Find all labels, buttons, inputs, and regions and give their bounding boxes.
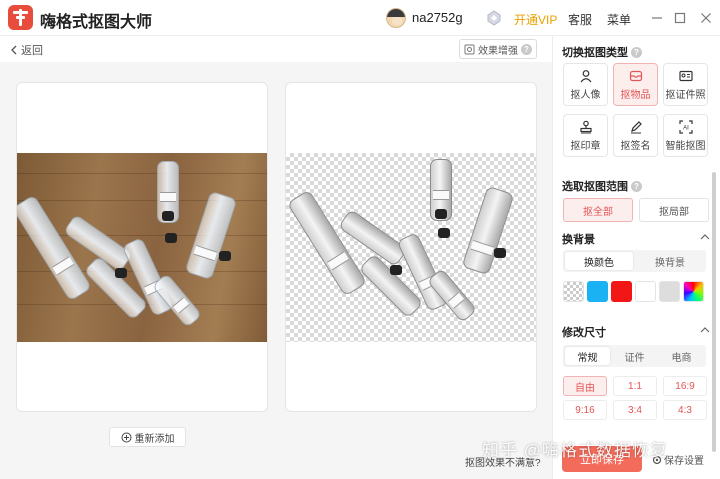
open-vip-link[interactable]: 开通VIP [514,11,557,28]
range-all-button[interactable]: 抠全部 [563,198,633,222]
chevron-left-icon [11,45,17,55]
type-object[interactable]: 抠物品 [613,63,658,106]
type-id-photo[interactable]: 抠证件照 [663,63,708,106]
customer-service-link[interactable]: 客服 [568,11,592,28]
enhance-icon [464,44,475,54]
maximize-icon[interactable] [671,9,689,27]
back-button[interactable]: 返回 [10,42,43,58]
original-photo [17,153,267,342]
chevron-up-icon[interactable] [700,233,710,241]
close-icon[interactable] [697,9,715,27]
original-image-panel [16,82,268,412]
pen-icon [630,120,642,133]
ratio-3-4[interactable]: 3:4 [613,400,657,420]
username[interactable]: na2752g [412,10,463,25]
type-stamp[interactable]: 抠印章 [563,114,608,157]
result-image-panel [285,82,537,412]
tab-change-background[interactable]: 换背景 [636,252,704,270]
chevron-up-icon[interactable] [700,326,710,334]
ratio-16-9[interactable]: 16:9 [663,376,707,396]
swatch-gray[interactable] [659,281,680,302]
tab-id[interactable]: 证件 [612,347,657,365]
back-label: 返回 [21,45,43,57]
app-logo-icon [8,5,33,30]
watermark: 知乎 @嗨格式数据恢复 [482,441,668,460]
background-title: 换背景 [562,234,595,246]
svg-text:AI: AI [683,125,689,131]
swatch-red[interactable] [611,281,632,302]
app-title: 嗨格式抠图大师 [40,14,153,31]
tab-regular[interactable]: 常规 [565,347,610,365]
menu-link[interactable]: 菜单 [607,11,631,28]
plus-circle-icon [121,432,131,442]
person-icon [580,69,591,82]
resize-title: 修改尺寸 [562,327,606,339]
enhance-button[interactable]: 效果增强 ? [459,39,537,59]
swatch-custom-color[interactable] [683,281,704,302]
swatch-transparent[interactable] [563,281,584,302]
id-card-icon [678,70,693,81]
ratio-4-3[interactable]: 4:3 [663,400,707,420]
minimize-icon[interactable] [648,9,666,27]
cutout-type-title: 切换抠图类型? [562,44,642,60]
transparent-background [286,153,536,342]
add-again-label: 重新添加 [134,433,175,445]
range-title: 选取抠图范围? [562,178,642,194]
stamp-icon [579,120,592,133]
swatch-white[interactable] [635,281,656,302]
range-partial-button[interactable]: 抠局部 [639,198,709,222]
type-signature[interactable]: 抠签名 [613,114,658,157]
ratio-1-1[interactable]: 1:1 [613,376,657,396]
type-portrait[interactable]: 抠人像 [563,63,608,106]
ratio-9-16[interactable]: 9:16 [563,400,607,420]
user-avatar[interactable] [386,8,406,28]
box-icon [629,70,642,81]
vip-badge-icon [487,10,501,26]
type-smart[interactable]: AI 智能抠图 [663,114,708,157]
ratio-free[interactable]: 自由 [563,376,607,396]
tab-change-color[interactable]: 换颜色 [565,252,633,270]
sidebar-scrollbar[interactable] [712,172,716,452]
title-bar: 嗨格式抠图大师 na2752g 开通VIP 客服 菜单 [0,0,720,36]
help-icon[interactable]: ? [521,43,532,55]
settings-sidebar: 切换抠图类型? 抠人像 抠物品 抠证件照 抠印章 抠签名 AI 智能抠图 选取抠… [552,36,720,479]
help-icon[interactable]: ? [631,46,642,58]
enhance-label: 效果增强 [478,45,518,57]
add-again-button[interactable]: 重新添加 [109,427,186,447]
swatch-blue[interactable] [587,281,608,302]
ai-icon: AI [678,119,693,134]
help-icon[interactable]: ? [631,180,642,192]
canvas-area [0,62,552,479]
resize-tabs: 常规 证件 电商 [563,345,706,367]
background-tabs: 换颜色 换背景 [563,250,706,272]
tab-ecommerce[interactable]: 电商 [659,347,704,365]
